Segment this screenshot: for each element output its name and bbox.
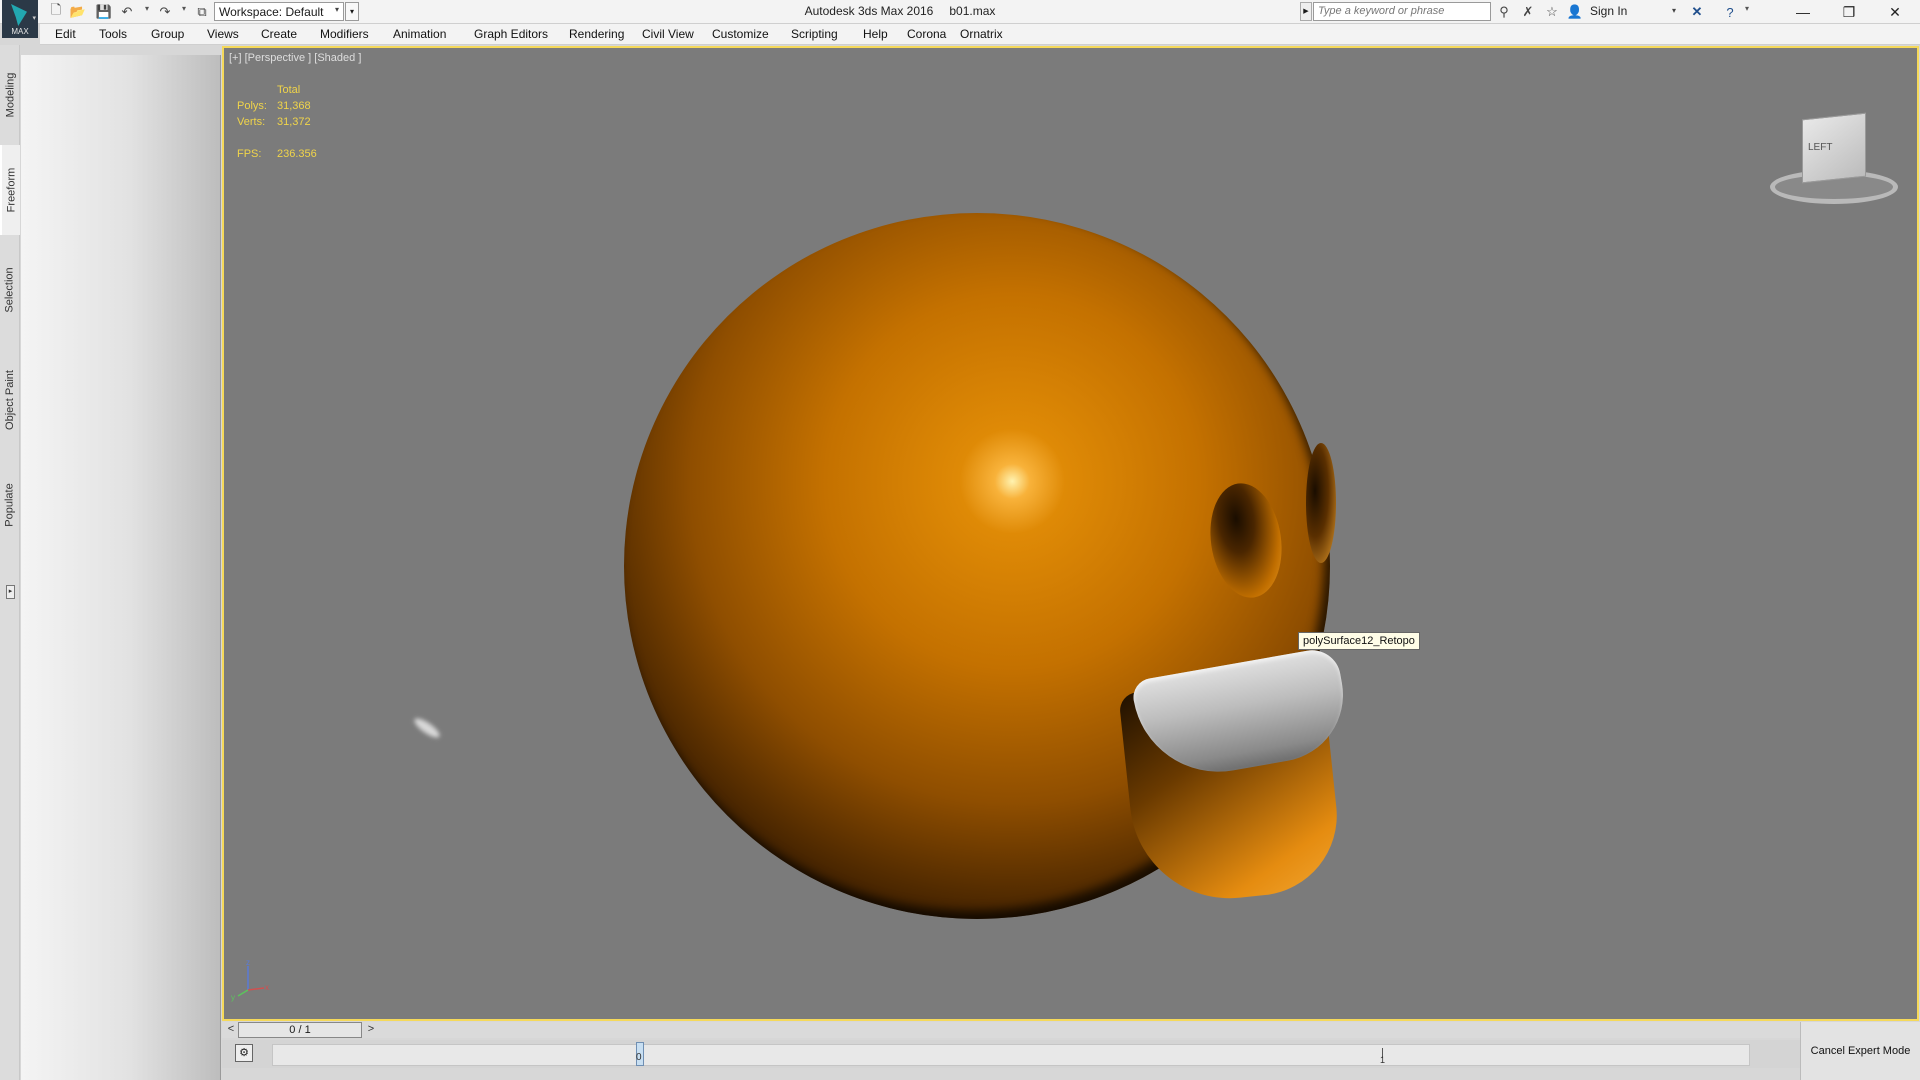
tab-populate[interactable]: Populate [0,465,20,545]
menu-graph-editors[interactable]: Graph Editors [474,27,548,41]
app-name: Autodesk 3ds Max 2016 [804,4,934,18]
menu-create[interactable]: Create [261,27,297,41]
svg-text:z: z [246,958,250,967]
title-bar: MAX ▾ 🗋 📂 💾 ↶ ▾ ↷ ▾ ⧉ Workspace: Default… [0,0,1920,38]
time-slider-next-button[interactable]: > [364,1023,378,1037]
verts-value: 31,372 [277,116,311,128]
menu-customize[interactable]: Customize [712,27,769,41]
search-input[interactable]: Type a keyword or phrase [1313,2,1491,21]
sign-in-button[interactable]: Sign In [1590,4,1627,18]
favorites-icon[interactable]: ✗ [1519,3,1537,21]
menu-civil-view[interactable]: Civil View [642,27,694,41]
menu-rendering[interactable]: Rendering [569,27,624,41]
polys-value: 31,368 [277,100,311,112]
menu-corona[interactable]: Corona [907,27,946,41]
search-expand-button[interactable]: ▶ [1300,2,1312,21]
view-cube[interactable]: LEFT [1764,100,1904,230]
perspective-viewport[interactable]: [+] [Perspective ] [Shaded ] Total Polys… [222,46,1919,1021]
exchange-icon[interactable]: ✕ [1688,3,1706,21]
file-name: b01.max [949,4,996,18]
svg-text:y: y [231,993,235,1002]
tab-selection-label: Selection [4,267,17,313]
app-logo-text: MAX [11,27,29,36]
view-cube-face-label[interactable]: LEFT [1808,142,1832,153]
fps-label: FPS: [237,148,262,160]
time-slider-prev-button[interactable]: < [224,1023,238,1037]
verts-label: Verts: [237,116,266,128]
menu-modifiers[interactable]: Modifiers [320,27,369,41]
star-icon[interactable]: ☆ [1543,3,1561,21]
tab-freeform[interactable]: Freeform [0,145,20,235]
menu-views[interactable]: Views [207,27,239,41]
frame-label-end: 1 [1380,1055,1386,1065]
viewport-label[interactable]: [+] [Perspective ] [Shaded ] [229,52,361,64]
polys-label: Polys: [237,100,267,112]
binoculars-icon[interactable]: ⚲ [1495,3,1513,21]
menu-scripting[interactable]: Scripting [791,27,838,41]
menu-ornatrix[interactable]: Ornatrix [960,27,1003,41]
menu-tools[interactable]: Tools [99,27,127,41]
menu-animation[interactable]: Animation [393,27,446,41]
menu-bar: Edit Tools Group Views Create Modifiers … [40,24,1920,45]
cancel-expert-mode-button[interactable]: Cancel Expert Mode [1800,1022,1920,1080]
smiley-eye-right[interactable] [1306,443,1336,563]
track-bar-area[interactable] [272,1044,1750,1066]
ribbon-tabs: Modeling Freeform Selection Object Paint… [0,45,20,1080]
tab-object-paint[interactable]: Object Paint [0,345,20,455]
viewport-statistics: Total Polys: 31,368 Verts: 31,372 FPS: 236.… [237,82,317,162]
smiley-glint [411,715,443,741]
time-slider[interactable] [222,1022,1800,1038]
help-dropdown-icon[interactable]: ▾ [1745,4,1749,13]
tab-object-paint-label: Object Paint [4,370,17,430]
close-icon[interactable]: ✕ [1872,0,1918,24]
minimize-icon[interactable]: — [1780,0,1826,24]
axis-gizmo-icon: z x y [231,958,269,1002]
fps-value: 236.356 [277,148,317,160]
menu-edit[interactable]: Edit [55,27,76,41]
curve-editor-icon[interactable]: ⚙ [235,1044,253,1062]
restore-icon[interactable]: ❐ [1826,0,1872,24]
menu-group[interactable]: Group [151,27,184,41]
user-icon: 👤 [1566,4,1584,19]
tab-modeling-label: Modeling [4,72,17,118]
time-slider-thumb[interactable]: 0 / 1 [238,1022,362,1038]
ribbon-toggle-button[interactable]: ▸ [6,585,15,599]
tab-modeling[interactable]: Modeling [0,55,20,135]
app-menu-button[interactable]: MAX ▾ [2,0,38,38]
object-name-tooltip: polySurface12_Retopo [1298,632,1420,650]
tab-selection[interactable]: Selection [0,245,20,335]
chevron-down-icon: ▾ [32,15,36,22]
frame-label-start: 0 [636,1052,642,1063]
svg-text:x: x [265,983,269,992]
stats-header: Total [277,84,301,96]
ribbon-panel [21,55,221,1080]
app-logo-icon [11,4,27,26]
menu-help[interactable]: Help [863,27,888,41]
chevron-down-icon[interactable]: ▾ [1672,6,1676,15]
tab-populate-label: Populate [4,483,16,527]
tab-freeform-label: Freeform [5,167,17,213]
help-icon[interactable]: ? [1721,3,1739,21]
